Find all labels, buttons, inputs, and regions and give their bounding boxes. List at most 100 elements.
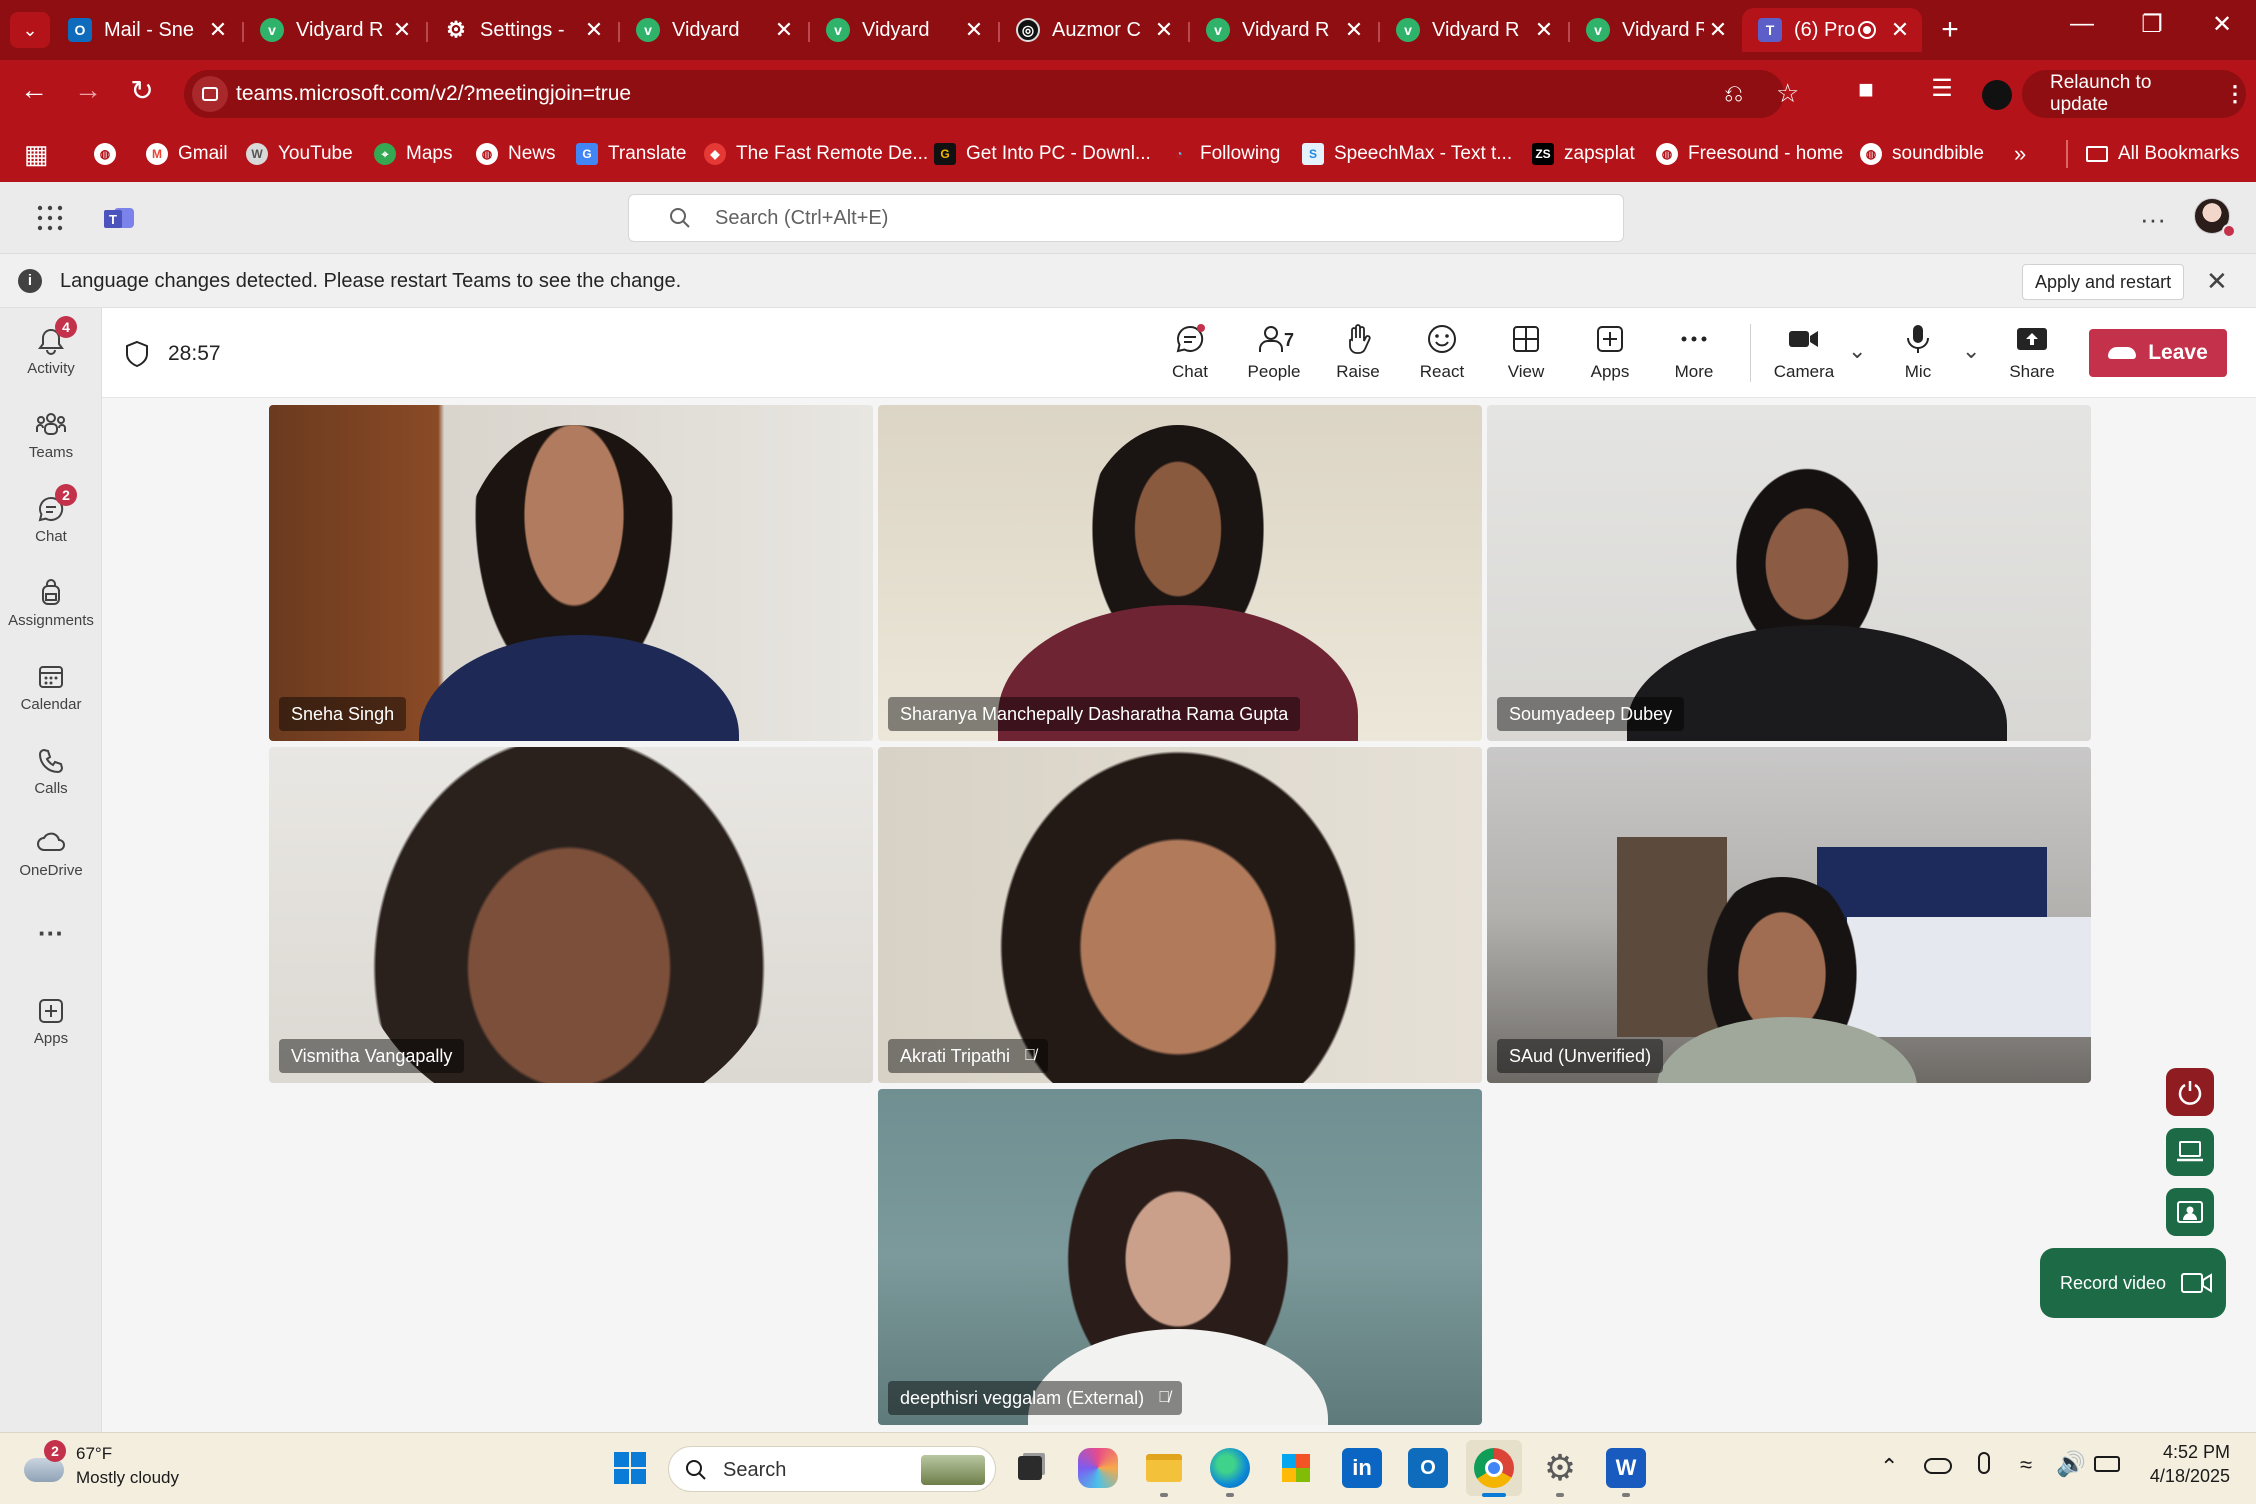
record-video-button[interactable]: Record video — [2040, 1248, 2226, 1318]
relaunch-to-update-button[interactable]: Relaunch to update ⋮ — [2022, 70, 2246, 118]
bookmark-globe[interactable]: ◍ — [94, 136, 126, 172]
bookmark-gmail[interactable]: M Gmail — [146, 136, 228, 172]
bookmark-following[interactable]: ◔ Following — [1168, 136, 1280, 172]
linkedin-icon[interactable]: in — [1342, 1448, 1382, 1488]
raise-hand-button[interactable]: Raise — [1318, 318, 1398, 390]
teams-search-input[interactable]: Search (Ctrl+Alt+E) — [628, 194, 1624, 242]
rail-assignments[interactable]: Assignments — [0, 570, 102, 650]
video-tile[interactable]: Akrati Tripathi 🎙̸ — [878, 747, 1482, 1083]
close-tab-icon[interactable]: ✕ — [388, 17, 416, 43]
taskbar-search-box[interactable]: Search — [668, 1446, 996, 1492]
bookmark-translate[interactable]: G Translate — [576, 136, 687, 172]
settings-more-icon[interactable]: ··· — [2140, 204, 2166, 235]
mic-options-chevron-icon[interactable]: ⌄ — [1962, 338, 1980, 364]
bookmark-speechmax[interactable]: S SpeechMax - Text t... — [1302, 136, 1512, 172]
rail-apps[interactable]: Apps — [0, 988, 102, 1068]
more-button[interactable]: More — [1654, 318, 1734, 390]
screen-record-button[interactable] — [2166, 1128, 2214, 1176]
close-tab-icon[interactable]: ✕ — [204, 17, 232, 43]
close-tab-icon[interactable]: ✕ — [1150, 17, 1178, 43]
power-button[interactable] — [2166, 1068, 2214, 1116]
show-hidden-icons-chevron-icon[interactable]: ⌃ — [1880, 1454, 1898, 1480]
chrome-icon[interactable] — [1474, 1448, 1514, 1488]
close-tab-icon[interactable]: ✕ — [1340, 17, 1368, 43]
browser-tab[interactable]: v Vidyard R ✕ — [1190, 8, 1376, 52]
microsoft-store-icon[interactable] — [1276, 1448, 1316, 1488]
video-tile[interactable]: deepthisri veggalam (External) 🎙̸ — [878, 1089, 1482, 1425]
browser-tab[interactable]: v Vidyard R ✕ — [244, 8, 424, 52]
close-tab-icon[interactable]: ✕ — [1886, 17, 1914, 43]
bookmark-maps[interactable]: ⌖ Maps — [374, 136, 452, 172]
restore-icon[interactable]: ❐ — [2122, 10, 2182, 39]
bookmark-getintopc[interactable]: G Get Into PC - Downl... — [934, 136, 1151, 172]
more-apps-icon[interactable]: ··· — [0, 918, 102, 949]
bookmark-zapsplat[interactable]: ZS zapsplat — [1532, 136, 1635, 172]
settings-gear-icon[interactable]: ⚙ — [1540, 1448, 1580, 1488]
close-banner-icon[interactable]: ✕ — [2206, 266, 2228, 297]
media-controls-icon[interactable]: ☰ — [1922, 74, 1962, 103]
browser-tab[interactable]: v Vidyard R ✕ — [1570, 8, 1740, 52]
forward-icon[interactable]: → — [68, 74, 108, 106]
rail-activity[interactable]: Activity — [0, 318, 102, 398]
more-bookmarks-button[interactable]: » — [2014, 136, 2026, 172]
browser-tab[interactable]: ◎ Auzmor C ✕ — [1000, 8, 1186, 52]
rail-teams[interactable]: Teams — [0, 402, 102, 482]
close-tab-icon[interactable]: ✕ — [1704, 17, 1732, 43]
clock-time[interactable]: 4:52 PM — [2160, 1442, 2230, 1463]
copilot-icon[interactable] — [1078, 1448, 1118, 1488]
kebab-menu-icon[interactable]: ⋮ — [2224, 81, 2246, 107]
view-button[interactable]: View — [1486, 318, 1566, 390]
profile-avatar[interactable] — [1982, 80, 2012, 110]
bookmark-youtube[interactable]: W YouTube — [246, 136, 353, 172]
camera-button[interactable]: Camera — [1764, 318, 1844, 390]
back-icon[interactable]: ← — [14, 74, 54, 106]
browser-tab-active[interactable]: T (6) Pro ✕ — [1742, 8, 1922, 52]
minimize-icon[interactable]: — — [2052, 10, 2112, 38]
video-tile[interactable]: Sneha Singh — [269, 405, 873, 741]
reload-icon[interactable]: ↻ — [122, 74, 162, 107]
address-bar[interactable]: teams.microsoft.com/v2/?meetingjoin=true… — [184, 70, 1799, 118]
video-tile[interactable]: Sharanya Manchepally Dasharatha Rama Gup… — [878, 405, 1482, 741]
weather-widget[interactable]: 2 67°F Mostly cloudy — [20, 1440, 200, 1496]
camera-options-chevron-icon[interactable]: ⌄ — [1848, 338, 1866, 364]
bookmark-freesound[interactable]: ◍ Freesound - home — [1656, 136, 1843, 172]
wifi-icon[interactable]: ≈ — [2020, 1452, 2032, 1478]
file-explorer-icon[interactable] — [1144, 1448, 1184, 1488]
onedrive-tray-icon[interactable] — [1924, 1458, 1952, 1474]
rail-calendar[interactable]: Calendar — [0, 654, 102, 734]
browser-tab[interactable]: v Vidyard ✕ — [810, 8, 996, 52]
video-tile[interactable]: Vismitha Vangapally — [269, 747, 873, 1083]
camera-record-button[interactable] — [2166, 1188, 2214, 1236]
leave-button[interactable]: Leave — [2089, 329, 2227, 377]
video-tile[interactable]: SAud (Unverified) — [1487, 747, 2091, 1083]
word-icon[interactable]: W — [1606, 1448, 1646, 1488]
new-tab-button[interactable]: + — [1930, 10, 1970, 50]
tab-search-button[interactable]: ⌄ — [10, 12, 50, 48]
browser-tab[interactable]: v Vidyard ✕ — [620, 8, 806, 52]
chat-button[interactable]: Chat — [1150, 318, 1230, 390]
apps-button[interactable]: Apps — [1570, 318, 1650, 390]
battery-icon[interactable] — [2094, 1456, 2120, 1472]
browser-tab[interactable]: v Vidyard R ✕ — [1380, 8, 1566, 52]
install-app-icon[interactable]: ⎌ — [1724, 80, 1743, 108]
video-tile[interactable]: Soumyadeep Dubey — [1487, 405, 2091, 741]
close-tab-icon[interactable]: ✕ — [1530, 17, 1558, 43]
share-button[interactable]: Share — [1992, 318, 2072, 390]
bookmark-fast-remote[interactable]: ◆ The Fast Remote De... — [704, 136, 928, 172]
rail-chat[interactable]: Chat — [0, 486, 102, 566]
all-bookmarks-button[interactable]: All Bookmarks — [2086, 136, 2239, 172]
edge-icon[interactable] — [1210, 1448, 1250, 1488]
rail-onedrive[interactable]: OneDrive — [0, 820, 102, 900]
outlook-taskbar-icon[interactable]: O — [1408, 1448, 1448, 1488]
bookmark-soundbible[interactable]: ◍ soundbible — [1860, 136, 1984, 172]
react-button[interactable]: React — [1402, 318, 1482, 390]
task-view-icon[interactable] — [1010, 1448, 1050, 1488]
mic-button[interactable]: Mic — [1878, 318, 1958, 390]
extensions-icon[interactable]: ■ — [1846, 74, 1886, 105]
browser-tab[interactable]: O Mail - Sne ✕ — [52, 8, 240, 52]
bookmark-star-icon[interactable]: ☆ — [1776, 78, 1799, 109]
close-window-icon[interactable]: ✕ — [2192, 10, 2252, 39]
apps-grid-icon[interactable]: ▦ — [24, 136, 49, 172]
clock-date[interactable]: 4/18/2025 — [2130, 1466, 2230, 1487]
apply-and-restart-button[interactable]: Apply and restart — [2022, 264, 2185, 300]
